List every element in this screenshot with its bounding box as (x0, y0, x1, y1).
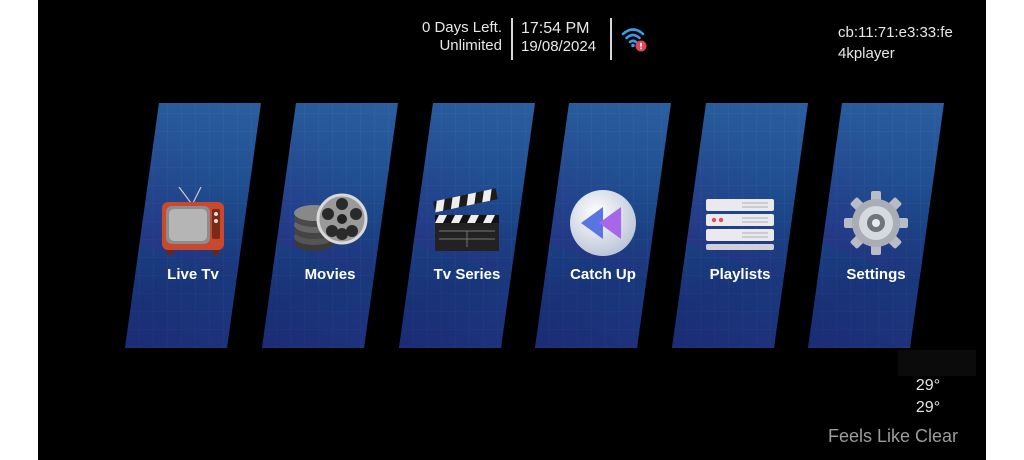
clock: 17:54 PM 19/08/2024 (521, 20, 596, 56)
gear-icon (838, 187, 914, 257)
subscription-status: 0 Days Left. Unlimited (420, 19, 502, 55)
plan-text: Unlimited (439, 37, 502, 54)
tile-tv-series[interactable]: Tv Series (399, 103, 535, 348)
tile-catch-up[interactable]: Catch Up (535, 103, 671, 348)
film-reel-icon (292, 187, 368, 257)
app-name: 4kplayer (838, 45, 895, 62)
days-left-text: 0 Days Left. (421, 19, 502, 36)
divider (610, 18, 612, 60)
tile-label: Tv Series (433, 266, 501, 283)
rewind-icon (565, 187, 641, 257)
weather-description: Feels Like Clear (828, 426, 959, 446)
time-text: 17:54 PM (521, 20, 590, 37)
tv-icon (155, 186, 231, 257)
mac-address: cb:11:71:e3:33:fe (838, 24, 953, 41)
device-info: cb:11:71:e3:33:fe 4kplayer (838, 22, 953, 64)
tile-label: Movies (304, 266, 356, 283)
server-stack-icon (702, 187, 778, 257)
tile-movies[interactable]: Movies (262, 103, 398, 348)
feels-like-temperature: 29° (915, 399, 941, 416)
clapperboard-icon (429, 187, 505, 257)
tile-label: Catch Up (570, 266, 636, 283)
tile-label: Playlists (709, 266, 771, 283)
tile-settings[interactable]: Settings (808, 103, 944, 348)
tile-playlists[interactable]: Playlists (672, 103, 808, 348)
divider (511, 18, 513, 60)
tile-label: Live Tv (167, 266, 219, 283)
home-screen: 0 Days Left. Unlimited 17:54 PM 19/08/20… (38, 0, 986, 460)
weather-icon-area (898, 350, 976, 376)
tile-live-tv[interactable]: Live Tv (125, 103, 261, 348)
tile-label: Settings (846, 266, 906, 283)
wifi-icon (620, 24, 650, 54)
temperature: 29° (915, 377, 941, 394)
date-text: 19/08/2024 (521, 38, 597, 55)
